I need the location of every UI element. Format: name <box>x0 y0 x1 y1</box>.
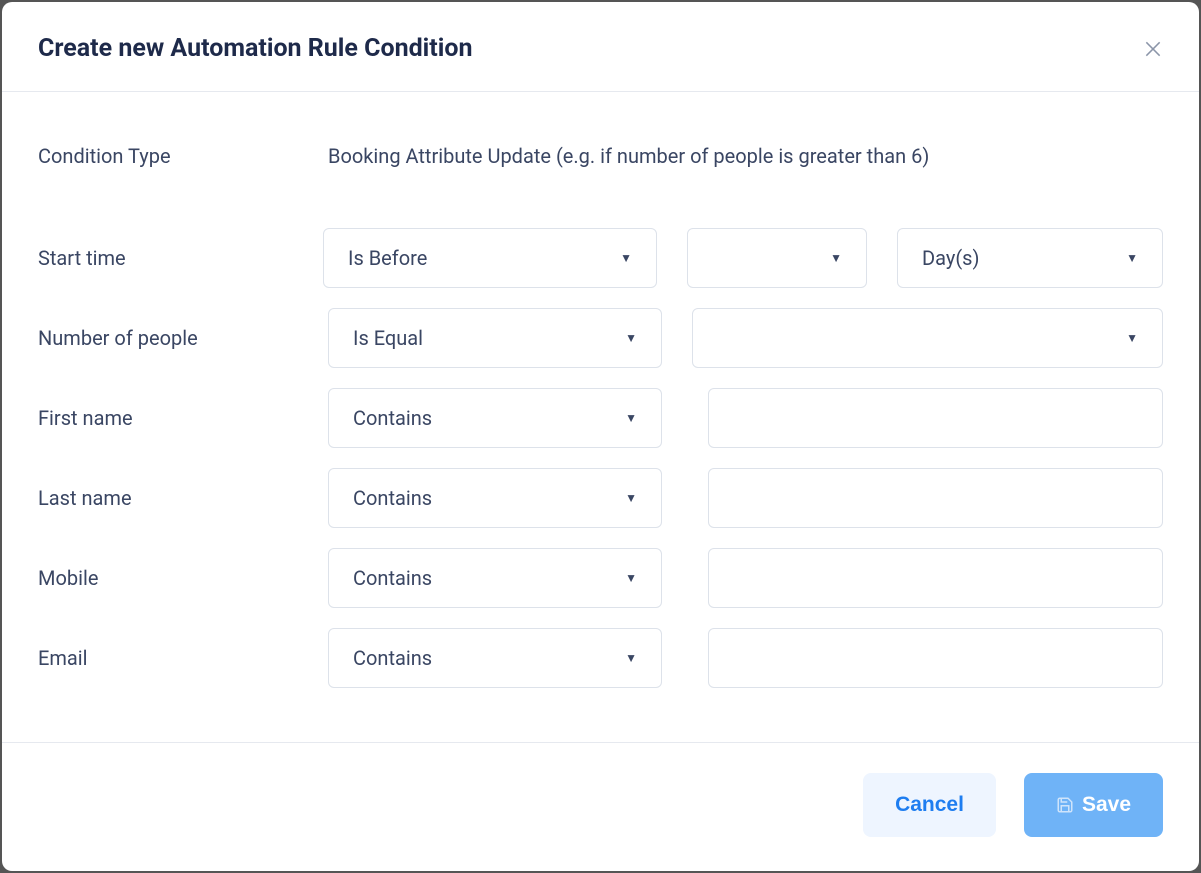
chevron-down-icon: ▼ <box>830 251 842 265</box>
mobile-row: Mobile Contains ▼ <box>38 548 1163 608</box>
number-of-people-operator-value: Is Equal <box>353 326 617 350</box>
save-button-label: Save <box>1082 793 1131 817</box>
number-of-people-operator-dropdown[interactable]: Is Equal ▼ <box>328 308 662 368</box>
save-icon <box>1056 796 1074 814</box>
mobile-operator-dropdown[interactable]: Contains ▼ <box>328 548 662 608</box>
email-operator-dropdown[interactable]: Contains ▼ <box>328 628 662 688</box>
first-name-operator-dropdown[interactable]: Contains ▼ <box>328 388 662 448</box>
start-time-unit-dropdown[interactable]: Day(s) ▼ <box>897 228 1163 288</box>
start-time-row: Start time Is Before ▼ ▼ Day(s) ▼ <box>38 228 1163 288</box>
email-row: Email Contains ▼ <box>38 628 1163 688</box>
first-name-label: First name <box>38 406 328 430</box>
chevron-down-icon: ▼ <box>625 651 637 665</box>
condition-type-row: Condition Type Booking Attribute Update … <box>38 142 1163 170</box>
modal-footer: Cancel Save <box>2 742 1199 871</box>
mobile-operator-value: Contains <box>353 566 617 590</box>
cancel-button[interactable]: Cancel <box>863 773 996 837</box>
mobile-label: Mobile <box>38 566 328 590</box>
modal-title: Create new Automation Rule Condition <box>38 34 473 63</box>
email-operator-value: Contains <box>353 646 617 670</box>
mobile-input[interactable] <box>708 548 1163 608</box>
start-time-amount-dropdown[interactable]: ▼ <box>687 228 867 288</box>
save-button[interactable]: Save <box>1024 773 1163 837</box>
email-label: Email <box>38 646 328 670</box>
first-name-row: First name Contains ▼ <box>38 388 1163 448</box>
cancel-button-label: Cancel <box>895 793 964 817</box>
last-name-row: Last name Contains ▼ <box>38 468 1163 528</box>
last-name-label: Last name <box>38 486 328 510</box>
last-name-input[interactable] <box>708 468 1163 528</box>
number-of-people-label: Number of people <box>38 326 328 350</box>
number-of-people-row: Number of people Is Equal ▼ ▼ <box>38 308 1163 368</box>
create-automation-rule-condition-modal: Create new Automation Rule Condition Con… <box>2 2 1199 871</box>
chevron-down-icon: ▼ <box>625 491 637 505</box>
chevron-down-icon: ▼ <box>1126 331 1138 345</box>
modal-body: Condition Type Booking Attribute Update … <box>2 92 1199 742</box>
chevron-down-icon: ▼ <box>1126 251 1138 265</box>
first-name-input[interactable] <box>708 388 1163 448</box>
chevron-down-icon: ▼ <box>625 331 637 345</box>
start-time-operator-dropdown[interactable]: Is Before ▼ <box>323 228 657 288</box>
last-name-operator-value: Contains <box>353 486 617 510</box>
start-time-unit-value: Day(s) <box>922 246 1118 270</box>
last-name-operator-dropdown[interactable]: Contains ▼ <box>328 468 662 528</box>
start-time-operator-value: Is Before <box>348 246 612 270</box>
number-of-people-value-dropdown[interactable]: ▼ <box>692 308 1163 368</box>
chevron-down-icon: ▼ <box>625 571 637 585</box>
modal-header: Create new Automation Rule Condition <box>2 2 1199 92</box>
close-icon[interactable] <box>1143 39 1163 59</box>
condition-type-value: Booking Attribute Update (e.g. if number… <box>328 142 929 170</box>
chevron-down-icon: ▼ <box>625 411 637 425</box>
condition-type-label: Condition Type <box>38 144 328 168</box>
chevron-down-icon: ▼ <box>620 251 632 265</box>
start-time-label: Start time <box>38 246 323 270</box>
email-input[interactable] <box>708 628 1163 688</box>
first-name-operator-value: Contains <box>353 406 617 430</box>
